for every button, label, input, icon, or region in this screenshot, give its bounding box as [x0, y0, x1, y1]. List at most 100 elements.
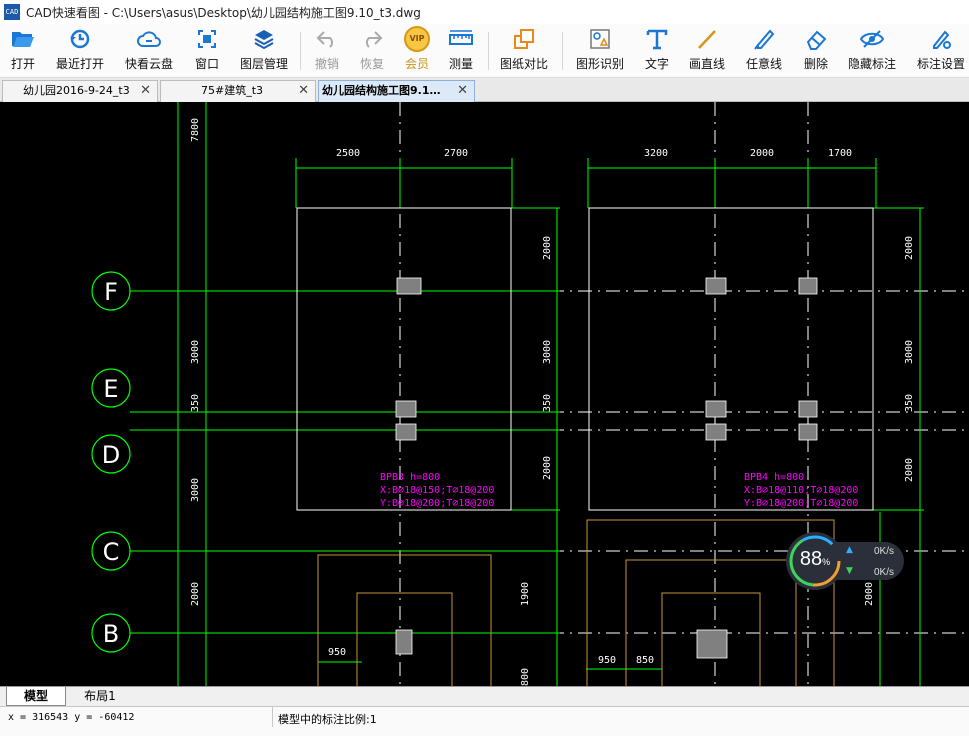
- panel-annotation-x: X:B⌀18@150;T⌀18@200: [380, 485, 494, 496]
- folder-open-icon: [3, 24, 43, 54]
- dim-text: 350: [904, 394, 915, 412]
- undo-label: 撤销: [314, 57, 339, 71]
- dim-text: 350: [190, 394, 201, 412]
- document-tabs: 幼儿园2016-9-24_t3 ✕ 75#建筑_t3 ✕ 幼儿园结构施工图9.1…: [0, 78, 969, 102]
- status-divider: [272, 707, 273, 727]
- close-icon[interactable]: ✕: [457, 81, 468, 101]
- recent-open-button[interactable]: 最近打开: [52, 24, 108, 78]
- doc-tab-label: 75#建筑_t3: [201, 84, 264, 97]
- annotation-settings-icon: [921, 24, 961, 54]
- dim-text: 2000: [190, 582, 201, 606]
- compare-icon: [504, 24, 544, 54]
- cloud-disk-button[interactable]: 快看云盘: [120, 24, 178, 78]
- cloud-icon: [129, 24, 169, 54]
- open-button[interactable]: 打开: [4, 24, 42, 78]
- slab-outlines: [296, 207, 874, 511]
- window-label: 窗口: [194, 57, 219, 71]
- layer-manager-label: 图层管理: [239, 57, 288, 71]
- layer-manager-button[interactable]: 图层管理: [236, 24, 292, 78]
- vip-icon: VIP: [397, 24, 437, 54]
- download-speed: 0K/s: [874, 567, 895, 578]
- close-icon[interactable]: ✕: [140, 81, 151, 101]
- text-button[interactable]: 文字: [638, 24, 676, 78]
- dim-text: 2500: [336, 148, 360, 159]
- toolbar-divider: [562, 32, 563, 70]
- dim-text: 3200: [644, 148, 668, 159]
- doc-tab[interactable]: 幼儿园2016-9-24_t3 ✕: [2, 80, 158, 102]
- redo-icon: [352, 24, 392, 54]
- grid-label-e: E: [103, 375, 118, 403]
- history-icon: [60, 24, 100, 54]
- eye-hide-icon: [852, 24, 892, 54]
- window-button[interactable]: 窗口: [188, 24, 226, 78]
- measure-button[interactable]: 测量: [442, 24, 480, 78]
- dim-text: 3000: [904, 340, 915, 364]
- redo-button[interactable]: 恢复: [353, 24, 391, 78]
- recent-open-label: 最近打开: [55, 57, 104, 71]
- grid-label-c: C: [103, 538, 120, 566]
- columns: [395, 277, 818, 659]
- text-icon: [637, 24, 677, 54]
- delete-button[interactable]: 删除: [797, 24, 835, 78]
- draw-line-button[interactable]: 画直线: [686, 24, 728, 78]
- speed-gauge: 88%: [786, 532, 844, 590]
- dim-text: 3000: [542, 340, 553, 364]
- drawing-canvas[interactable]: F E D C B 2500 2700 3200 2000 1700 950 9…: [0, 102, 969, 686]
- ruler-icon: [441, 24, 481, 54]
- dim-text: 3000: [190, 478, 201, 502]
- window-icon: [187, 24, 227, 54]
- doc-tab-active[interactable]: 幼儿园结构施工图9.1… ✕: [318, 80, 475, 102]
- shape-recognize-label: 图形识别: [575, 57, 624, 71]
- tab-model[interactable]: 模型: [6, 687, 66, 706]
- draw-line-label: 画直线: [688, 57, 725, 71]
- annotation-scale: 模型中的标注比例:1: [278, 713, 377, 726]
- undo-icon: [307, 24, 347, 54]
- eraser-icon: [796, 24, 836, 54]
- vip-label: 会员: [404, 57, 429, 71]
- upload-speed: 0K/s: [874, 546, 895, 557]
- grid-label-b: B: [103, 620, 119, 648]
- doc-tab[interactable]: 75#建筑_t3 ✕: [160, 80, 316, 102]
- drawing-compare-button[interactable]: 图纸对比: [496, 24, 552, 78]
- dim-text: 2000: [542, 456, 553, 480]
- dim-text: 2000: [542, 236, 553, 260]
- network-speed-widget[interactable]: 88% ▲ 0K/s ▼ 0K/s: [786, 532, 904, 590]
- drawing-compare-label: 图纸对比: [499, 57, 548, 71]
- panel-annotation-title: BPB4 h=800: [744, 472, 804, 483]
- measure-label: 测量: [448, 57, 473, 71]
- panel-annotation-y: Y:B⌀18@200;T⌀18@200: [380, 498, 494, 509]
- shape-recognize-icon: [580, 24, 620, 54]
- close-icon[interactable]: ✕: [298, 81, 309, 101]
- grid-label-f: F: [104, 278, 118, 306]
- hide-annotation-button[interactable]: 隐藏标注: [844, 24, 900, 78]
- undo-button[interactable]: 撤销: [308, 24, 346, 78]
- freehand-line-button[interactable]: 任意线: [743, 24, 785, 78]
- title-bar: CAD CAD快速看图 - C:\Users\asus\Desktop\幼儿园结…: [0, 0, 969, 24]
- line-icon: [687, 24, 727, 54]
- vip-button[interactable]: VIP 会员: [398, 24, 436, 78]
- dim-text: 7800: [190, 118, 201, 142]
- foundation-outlines: [317, 519, 835, 686]
- download-arrow-icon: ▼: [846, 566, 853, 576]
- dim-text: 2000: [904, 458, 915, 482]
- tab-layout1[interactable]: 布局1: [70, 687, 130, 706]
- annotation-settings-button[interactable]: 标注设置: [914, 24, 968, 78]
- dim-text: 950: [328, 647, 346, 658]
- toolbar-divider: [300, 32, 301, 70]
- freehand-line-label: 任意线: [745, 57, 782, 71]
- dim-text: 1700: [828, 148, 852, 159]
- main-toolbar: 打开 最近打开 快看云盘 窗口 图层管理 撤销 恢复 VIP 会员 测量 图纸对…: [0, 24, 969, 78]
- grid-label-d: D: [102, 441, 120, 469]
- shape-recognize-button[interactable]: 图形识别: [572, 24, 628, 78]
- pen-icon: [744, 24, 784, 54]
- doc-tab-label: 幼儿园结构施工图9.1…: [322, 84, 441, 97]
- status-bar: x = 316543 y = -60412 模型中的标注比例:1: [0, 706, 969, 736]
- doc-tab-label: 幼儿园2016-9-24_t3: [23, 84, 130, 97]
- open-label: 打开: [10, 57, 35, 71]
- window-title: CAD快速看图 - C:\Users\asus\Desktop\幼儿园结构施工图…: [26, 5, 421, 20]
- panel-annotation-y: Y:B⌀18@200;T⌀18@200: [744, 498, 858, 509]
- upload-arrow-icon: ▲: [846, 545, 853, 555]
- dim-text: 3000: [190, 340, 201, 364]
- redo-label: 恢复: [359, 57, 384, 71]
- layers-icon: [244, 24, 284, 54]
